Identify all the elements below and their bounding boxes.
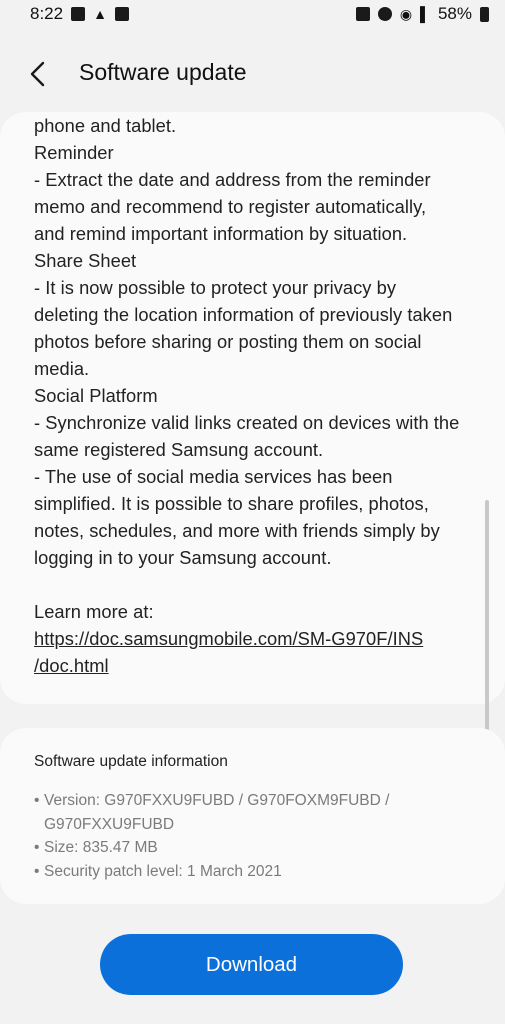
battery-percent: 58% — [437, 4, 472, 23]
release-note-line: simplified. It is possible to share prof… — [34, 493, 429, 514]
status-left: 8:22 ▲ — [30, 4, 129, 24]
update-info-card: Software update information • Version: G9… — [0, 728, 505, 904]
doc-link[interactable]: https://doc.samsungmobile.com/SM-G970F/I… — [34, 628, 423, 649]
release-note-line: and remind important information by situ… — [34, 223, 408, 244]
release-notes-card: phone and tablet. Reminder - Extract the… — [0, 112, 505, 704]
release-note-line: deleting the location information of pre… — [34, 304, 453, 325]
status-bar: 8:22 ▲ ◉ ▌ 58% — [0, 0, 505, 28]
security-patch-row: • Security patch level: 1 March 2021 — [34, 860, 389, 884]
doc-link-continued[interactable]: /doc.html — [34, 655, 109, 676]
release-note-line: notes, schedules, and more with friends … — [34, 520, 440, 541]
release-notes-text: phone and tablet. Reminder - Extract the… — [34, 112, 484, 679]
release-note-line: same registered Samsung account. — [34, 439, 324, 460]
release-note-heading: Social Platform — [34, 385, 158, 406]
security-patch-value: Security patch level: 1 March 2021 — [44, 862, 282, 880]
size-value: Size: 835.47 MB — [44, 839, 158, 856]
page-title: Software update — [79, 59, 247, 85]
gallery-notification-icon — [71, 7, 86, 21]
app-header: Software update — [0, 48, 505, 100]
battery-icon — [480, 6, 489, 22]
checkbox-notification-icon — [114, 7, 129, 21]
version-value: Version: G970FXXU9FUBD / G970FOXM9FUBD / — [44, 792, 390, 809]
version-row-continued: G970FXXU9FUBD — [34, 813, 389, 837]
release-note-line: media. — [34, 358, 90, 379]
release-note-line: photos before sharing or posting them on… — [34, 331, 422, 352]
release-note-line: logging in to your Samsung account. — [34, 547, 332, 568]
signal-icon: ▌ — [420, 6, 430, 22]
update-info-list: • Version: G970FXXU9FUBD / G970FOXM9FUBD … — [34, 789, 389, 883]
notification-icon: ▲ — [93, 6, 107, 22]
alarm-icon — [377, 7, 392, 21]
chevron-left-icon — [30, 61, 45, 87]
learn-more-label: Learn more at: — [34, 601, 154, 622]
status-right: ◉ ▌ 58% — [355, 4, 489, 24]
status-time: 8:22 — [30, 4, 64, 23]
lock-icon — [355, 7, 370, 21]
release-note-line: - It is now possible to protect your pri… — [34, 277, 397, 298]
wifi-icon: ◉ — [399, 6, 413, 22]
release-note-line: - Extract the date and address from the … — [34, 169, 431, 190]
release-note-line: phone and tablet. — [34, 115, 177, 136]
download-button[interactable]: Download — [100, 934, 403, 995]
release-note-heading: Reminder — [34, 142, 114, 163]
release-note-line: - Synchronize valid links created on dev… — [34, 412, 460, 433]
back-button[interactable] — [26, 60, 52, 88]
version-value-continued: G970FXXU9FUBD — [44, 815, 175, 833]
size-row: • Size: 835.47 MB — [34, 836, 389, 860]
update-info-title: Software update information — [34, 753, 228, 770]
bullet: • — [34, 862, 40, 880]
release-note-heading: Share Sheet — [34, 250, 137, 271]
release-note-line: memo and recommend to register automatic… — [34, 196, 427, 217]
bullet: • — [34, 839, 40, 856]
version-row: • Version: G970FXXU9FUBD / G970FOXM9FUBD … — [34, 789, 389, 813]
bullet: • — [34, 792, 40, 809]
release-note-line: - The use of social media services has b… — [34, 466, 393, 487]
